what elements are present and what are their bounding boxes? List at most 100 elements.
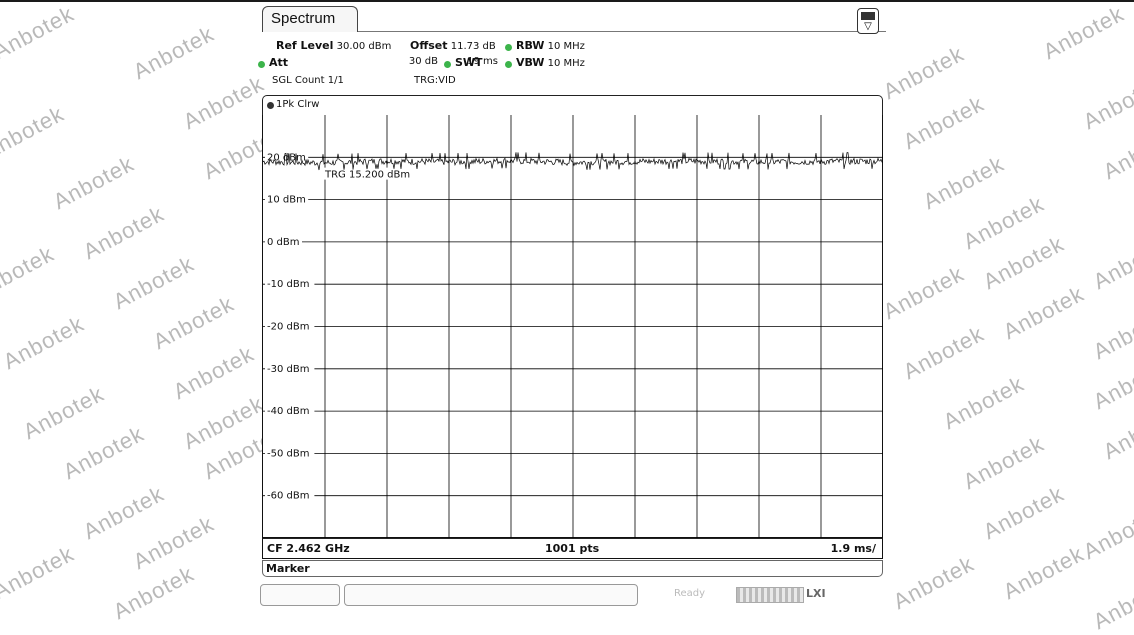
display-config-glyph	[861, 12, 875, 20]
trace-label: 1Pk Clrw	[276, 99, 320, 110]
status-progress	[736, 587, 804, 603]
spectrum-analyzer-window: Spectrum ▽ Ref Level 30.00 dBm Offset 11…	[258, 4, 886, 612]
watermark-text: Anbotek	[1089, 350, 1134, 415]
trigger-mode: TRG:VID	[414, 75, 456, 86]
watermark-text: Anbotek	[49, 150, 139, 215]
watermark-text: Anbotek	[0, 0, 79, 65]
vbw-coupled-indicator	[505, 61, 512, 68]
y-tick-label: 10 dBm	[267, 195, 306, 206]
vbw-value: 10 MHz	[547, 58, 585, 69]
watermark-text: Anbotek	[1079, 500, 1134, 565]
trace-point	[448, 161, 450, 163]
trace-indicator-icon	[267, 102, 274, 109]
watermark-text: Anbotek	[1089, 230, 1134, 295]
watermark-text: Anbotek	[79, 200, 169, 265]
marker-panel[interactable]: Marker	[262, 560, 883, 577]
status-ready: Ready	[674, 588, 706, 599]
offset-setting: Offset 11.73 dB	[410, 39, 496, 52]
watermark-text: Anbotek	[0, 310, 89, 375]
status-field-message[interactable]	[344, 584, 638, 606]
watermark-text: Anbotek	[899, 90, 989, 155]
trace-info-bar: 1Pk Clrw	[262, 95, 883, 115]
status-field-left[interactable]	[260, 584, 340, 606]
trigger-level-label: TRG 15.200 dBm	[324, 170, 410, 181]
watermark-text: Anbotek	[169, 340, 259, 405]
ref-level-setting: Ref Level 30.00 dBm	[276, 39, 391, 52]
y-tick-label: -30 dBm	[267, 364, 309, 375]
marker-label: Marker	[266, 562, 310, 575]
trace-point	[324, 162, 326, 164]
plot-canvas: 20 dBm10 dBm0 dBm-10 dBm-20 dBm-30 dBm-4…	[263, 115, 883, 538]
trace-point	[758, 161, 760, 163]
vbw-label: VBW	[516, 56, 545, 69]
watermark-text: Anbotek	[179, 70, 269, 135]
swt-value: 19 ms	[467, 56, 498, 67]
rbw-label: RBW	[516, 39, 545, 52]
y-tick-label: -20 dBm	[267, 322, 309, 333]
watermark-text: Anbotek	[999, 540, 1089, 605]
trace-point	[386, 160, 388, 162]
vbw-setting: VBW 10 MHz	[516, 56, 585, 69]
display-config-icon[interactable]: ▽	[857, 8, 879, 34]
watermark-text: Anbotek	[1089, 570, 1134, 635]
watermark-text: Anbotek	[1039, 0, 1129, 65]
watermark-text: Anbotek	[109, 560, 199, 625]
watermark-text: Anbotek	[889, 550, 979, 615]
watermark-text: Anbotek	[939, 370, 1029, 435]
att-setting: Att	[269, 56, 288, 69]
status-bar: Ready LXI	[260, 584, 886, 606]
watermark-text: Anbotek	[179, 390, 269, 455]
watermark-text: Anbotek	[129, 510, 219, 575]
tab-spectrum[interactable]: Spectrum	[262, 6, 358, 32]
offset-label: Offset	[410, 39, 448, 52]
att-value: 30 dB	[408, 56, 438, 67]
spectrum-plot[interactable]: 20 dBm 10 dBm 0 dBm -10 dBm -20 dBm -30 dBm -4…	[262, 115, 883, 538]
watermark-text: Anbotek	[919, 150, 1009, 215]
center-frequency: CF 2.462 GHz	[267, 542, 350, 555]
watermark-text: Anbotek	[0, 240, 59, 305]
watermark-text: Anbotek	[109, 250, 199, 315]
trace-point	[820, 160, 822, 163]
trace-point	[882, 160, 883, 162]
watermark-text: Anbotek	[879, 260, 969, 325]
offset-value: 11.73 dB	[450, 41, 496, 52]
watermark-text: Anbotek	[79, 480, 169, 545]
y-tick-label: -10 dBm	[267, 279, 309, 290]
status-logo-icon: LXI	[806, 587, 826, 600]
watermark-text: Anbotek	[1099, 120, 1134, 185]
watermark-text: Anbotek	[979, 480, 1069, 545]
rbw-coupled-indicator	[505, 44, 512, 51]
watermark-text: Anbotek	[0, 540, 79, 605]
watermark-text: Anbotek	[959, 430, 1049, 495]
watermark-text: Anbotek	[129, 20, 219, 85]
watermark-text: Anbotek	[999, 280, 1089, 345]
tab-spectrum-label: Spectrum	[271, 10, 336, 27]
att-coupled-indicator	[258, 61, 265, 68]
trace-point	[696, 160, 698, 162]
y-tick-label: -40 dBm	[267, 406, 309, 417]
ref-level-label: Ref Level	[276, 39, 334, 52]
watermark-text: Anbotek	[149, 290, 239, 355]
trace-point	[572, 161, 574, 163]
watermark-text: Anbotek	[879, 40, 969, 105]
watermark-text: Anbotek	[1099, 400, 1134, 465]
rbw-setting: RBW 10 MHz	[516, 39, 585, 52]
watermark-text: Anbotek	[59, 420, 149, 485]
watermark-text: Anbotek	[1079, 70, 1134, 135]
att-label: Att	[269, 56, 289, 69]
trace-point	[510, 160, 512, 162]
watermark-text: Anbotek	[19, 380, 109, 445]
watermark-text: Anbotek	[979, 230, 1069, 295]
watermark-text: Anbotek	[899, 320, 989, 385]
sgl-count: SGL Count 1/1	[272, 75, 344, 86]
rbw-value: 10 MHz	[547, 41, 585, 52]
top-border	[0, 0, 1134, 2]
trace-point	[634, 160, 636, 163]
watermark-text: Anbotek	[959, 190, 1049, 255]
plot-footer: CF 2.462 GHz 1001 pts 1.9 ms/	[262, 538, 883, 559]
ref-level-value: 30.00 dBm	[336, 41, 392, 52]
y-tick-label: -50 dBm	[267, 448, 309, 459]
sweep-points: 1001 pts	[545, 542, 600, 555]
tab-divider	[358, 31, 886, 32]
y-tick-label: 0 dBm	[267, 237, 300, 248]
